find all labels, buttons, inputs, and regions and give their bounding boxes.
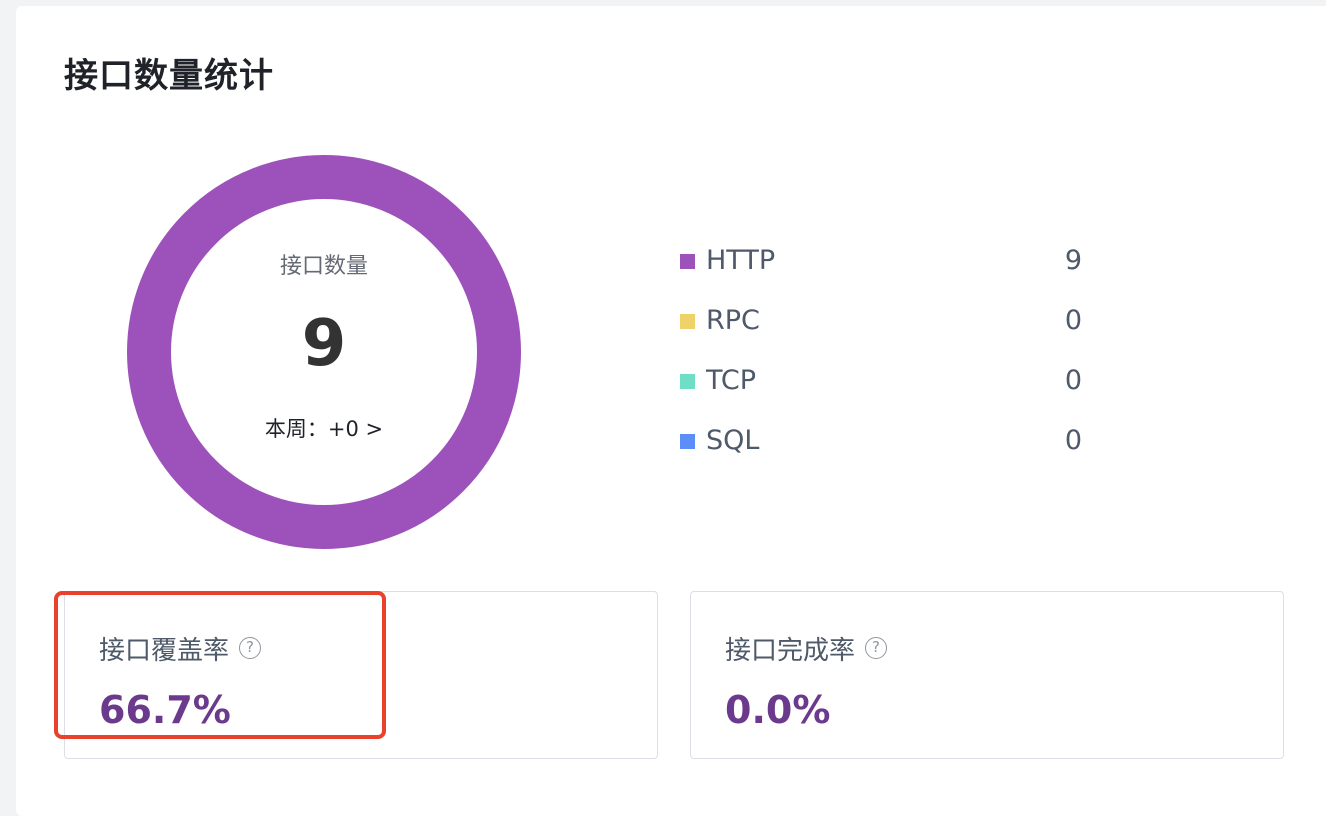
completion-rate-title: 接口完成率 ? — [725, 636, 888, 666]
legend-name: HTTP — [706, 245, 776, 276]
legend-swatch — [680, 434, 695, 449]
card-title: 接口数量统计 — [64, 56, 274, 96]
legend-item-tcp: TCP 0 — [680, 362, 1100, 422]
completion-rate-label: 接口完成率 — [725, 636, 856, 666]
question-circle-icon[interactable]: ? — [865, 637, 888, 659]
donut-total: 9 — [301, 307, 347, 381]
completion-rate-box: 接口完成率 ? 0.0% — [690, 591, 1284, 759]
legend-swatch — [680, 254, 695, 269]
donut-label: 接口数量 — [279, 254, 368, 279]
weekly-change-link[interactable]: 本周：+0 > — [126, 416, 522, 442]
completion-rate-value: 0.0% — [725, 688, 831, 732]
donut-center: 接口数量 9 本周：+0 > — [126, 154, 522, 550]
interface-count-donut: 接口数量 9 本周：+0 > — [126, 154, 522, 550]
legend-item-sql: SQL 0 — [680, 422, 1100, 482]
legend-swatch — [680, 314, 695, 329]
coverage-highlight-box — [54, 591, 386, 739]
interface-type-legend: HTTP 9 RPC 0 TCP 0 SQL 0 — [680, 242, 1100, 482]
legend-item-http: HTTP 9 — [680, 242, 1100, 302]
legend-name: SQL — [706, 425, 760, 456]
legend-count: 9 — [1064, 245, 1082, 276]
legend-name: RPC — [706, 305, 760, 336]
legend-name: TCP — [706, 365, 757, 396]
legend-count: 0 — [1064, 425, 1082, 456]
legend-item-rpc: RPC 0 — [680, 302, 1100, 362]
legend-swatch — [680, 374, 695, 389]
legend-count: 0 — [1064, 305, 1082, 336]
legend-count: 0 — [1064, 365, 1082, 396]
